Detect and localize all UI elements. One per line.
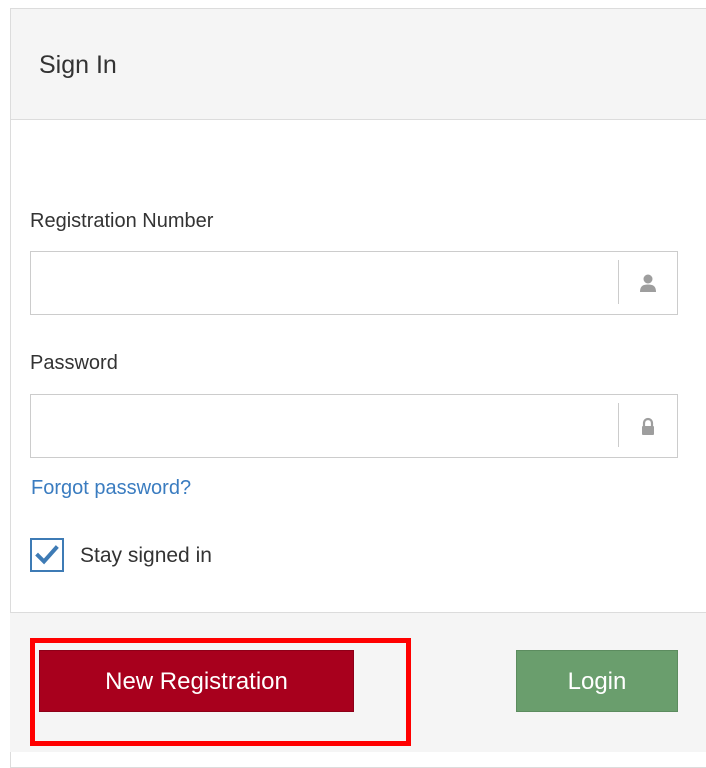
checkmark-icon bbox=[35, 545, 59, 565]
forgot-password-link[interactable]: Forgot password? bbox=[31, 478, 191, 498]
login-button[interactable]: Login bbox=[516, 650, 678, 712]
registration-number-input[interactable] bbox=[31, 252, 617, 314]
registration-number-group bbox=[30, 251, 678, 315]
page-title: Sign In bbox=[39, 51, 117, 79]
password-group bbox=[30, 394, 678, 458]
panel-header: Sign In bbox=[11, 9, 706, 120]
stay-signed-in-label: Stay signed in bbox=[80, 544, 212, 567]
stay-signed-in-checkbox[interactable] bbox=[30, 538, 64, 572]
user-icon bbox=[634, 270, 662, 298]
addon-divider bbox=[618, 260, 619, 304]
lock-icon bbox=[634, 413, 662, 441]
registration-number-label: Registration Number bbox=[30, 210, 214, 232]
password-label: Password bbox=[30, 352, 118, 374]
password-input[interactable] bbox=[31, 395, 617, 457]
new-registration-button[interactable]: New Registration bbox=[39, 650, 354, 712]
addon-divider bbox=[618, 403, 619, 447]
